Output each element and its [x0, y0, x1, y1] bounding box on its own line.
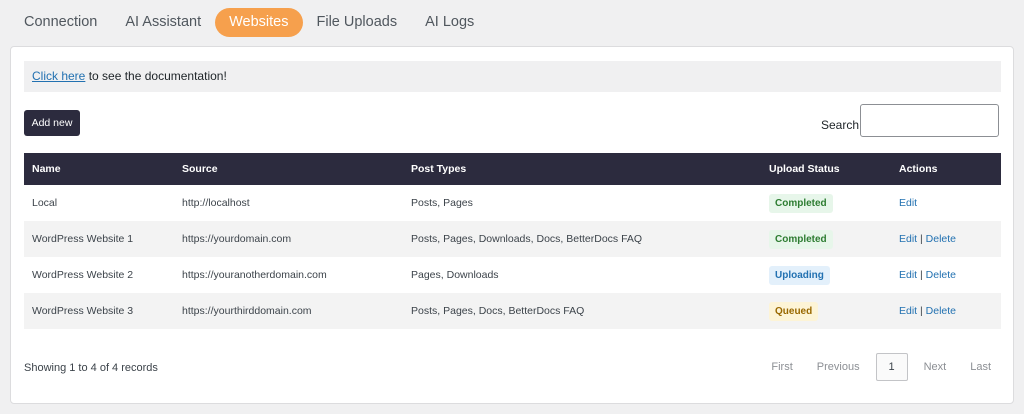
- cell-source: http://localhost: [182, 197, 250, 209]
- tab-file-uploads[interactable]: File Uploads: [303, 8, 412, 37]
- cell-name: WordPress Website 2: [32, 269, 134, 281]
- cell-source: https://youranotherdomain.com: [182, 269, 327, 281]
- header-actions: Actions: [899, 163, 938, 175]
- websites-table: Name Source Post Types Upload Status Act…: [24, 153, 1001, 329]
- search-label: Search:: [821, 118, 863, 132]
- delete-link[interactable]: Delete: [926, 305, 956, 317]
- pager-next[interactable]: Next: [912, 361, 959, 373]
- tab-bar: Connection AI Assistant Websites File Up…: [10, 8, 488, 37]
- documentation-notice: Click here to see the documentation!: [24, 61, 1001, 92]
- status-badge: Uploading: [769, 265, 830, 285]
- header-source[interactable]: Source: [174, 153, 403, 185]
- edit-link[interactable]: Edit: [899, 197, 917, 209]
- action-separator: |: [920, 233, 923, 245]
- tab-connection[interactable]: Connection: [10, 8, 111, 37]
- documentation-link[interactable]: Click here: [32, 69, 85, 83]
- table-row: WordPress Website 3 https://yourthirddom…: [24, 293, 1001, 329]
- action-separator: |: [920, 269, 923, 281]
- status-badge: Queued: [769, 301, 819, 321]
- add-new-button[interactable]: Add new: [24, 110, 80, 136]
- websites-panel: Click here to see the documentation! Add…: [10, 46, 1014, 404]
- pager-previous[interactable]: Previous: [805, 361, 872, 373]
- cell-source: https://yourdomain.com: [182, 233, 292, 245]
- delete-link[interactable]: Delete: [926, 269, 956, 281]
- cell-name: Local: [32, 197, 58, 209]
- header-upload-status[interactable]: Upload Status: [761, 153, 891, 185]
- table-row: WordPress Website 2 https://youranotherd…: [24, 257, 1001, 293]
- cell-source: https://yourthirddomain.com: [182, 305, 312, 317]
- pager-first[interactable]: First: [759, 361, 804, 373]
- delete-link[interactable]: Delete: [926, 233, 956, 245]
- pagination: First Previous 1 Next Last: [759, 353, 1003, 381]
- action-separator: |: [920, 305, 923, 317]
- tab-websites[interactable]: Websites: [215, 8, 303, 37]
- tab-ai-assistant[interactable]: AI Assistant: [111, 8, 215, 37]
- edit-link[interactable]: Edit: [899, 269, 917, 281]
- header-post-types[interactable]: Post Types: [403, 153, 761, 185]
- cell-post-types: Posts, Pages, Downloads, Docs, BetterDoc…: [411, 233, 643, 245]
- table-row: WordPress Website 1 https://yourdomain.c…: [24, 221, 1001, 257]
- cell-name: WordPress Website 3: [32, 305, 134, 317]
- header-name[interactable]: Name: [24, 153, 174, 185]
- pager-last[interactable]: Last: [958, 361, 1003, 373]
- edit-link[interactable]: Edit: [899, 305, 917, 317]
- edit-link[interactable]: Edit: [899, 233, 917, 245]
- cell-post-types: Posts, Pages: [411, 197, 473, 209]
- tab-ai-logs[interactable]: AI Logs: [411, 8, 488, 37]
- cell-post-types: Posts, Pages, Docs, BetterDocs FAQ: [411, 305, 585, 317]
- cell-name: WordPress Website 1: [32, 233, 134, 245]
- search-input[interactable]: [860, 104, 999, 137]
- records-summary: Showing 1 to 4 of 4 records: [24, 362, 158, 374]
- pager-page-1[interactable]: 1: [875, 353, 908, 381]
- table-header-row: Name Source Post Types Upload Status Act…: [24, 153, 1001, 185]
- table-row: Local http://localhost Posts, Pages Comp…: [24, 185, 1001, 221]
- documentation-notice-text: to see the documentation!: [85, 69, 227, 83]
- status-badge: Completed: [769, 193, 833, 213]
- cell-post-types: Pages, Downloads: [411, 269, 499, 281]
- status-badge: Completed: [769, 229, 833, 249]
